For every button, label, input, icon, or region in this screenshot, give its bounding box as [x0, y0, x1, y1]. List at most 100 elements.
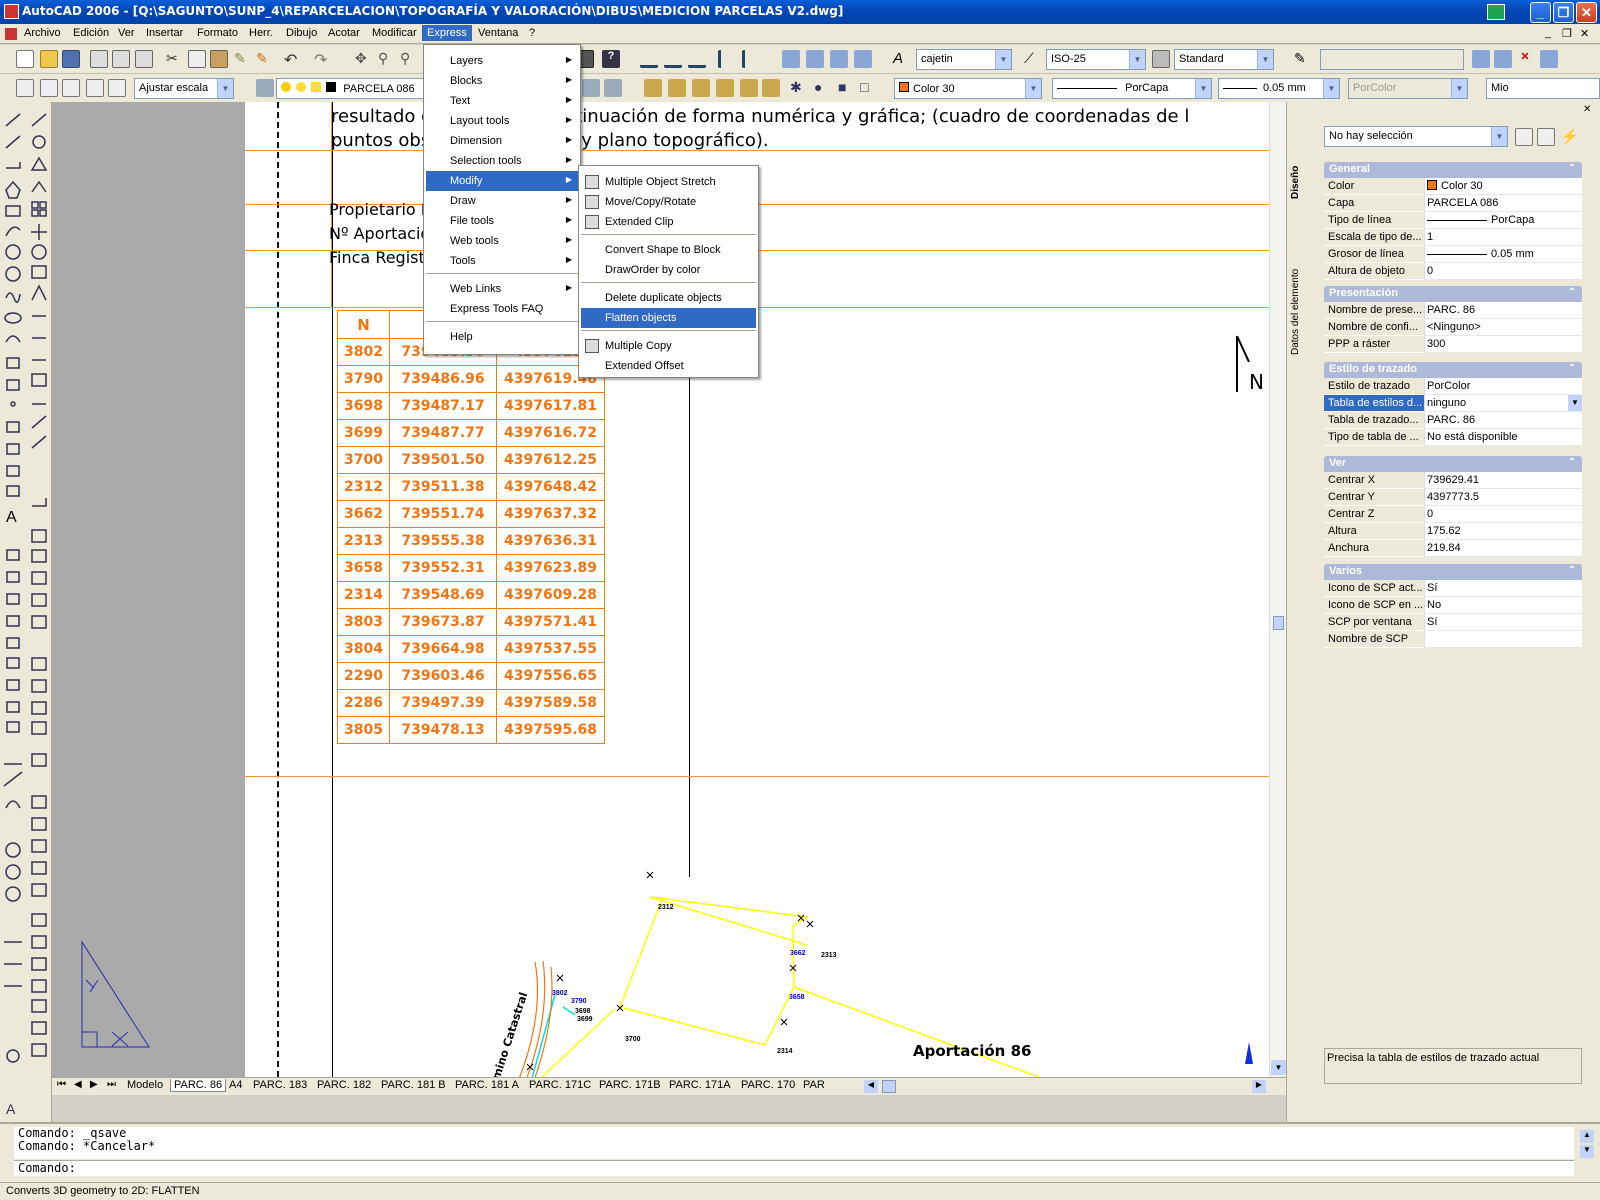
dim-radius-icon[interactable]	[742, 50, 760, 68]
dim-aligned-icon[interactable]	[664, 50, 682, 68]
express-layer-5-icon[interactable]	[740, 79, 758, 97]
express-layer-3-icon[interactable]	[692, 79, 710, 97]
block-editor-icon[interactable]: ✎	[256, 50, 274, 68]
table-style-icon[interactable]	[1152, 50, 1170, 68]
express-delete-icon[interactable]: ✕	[1516, 50, 1534, 68]
viewport-scale-combo[interactable]: Ajustar escala ▼	[134, 78, 234, 99]
match-properties-icon[interactable]: ✎	[234, 50, 252, 68]
express-menu-item[interactable]: Web tools ▶	[426, 231, 578, 251]
property-value[interactable]: PorColor	[1424, 378, 1582, 395]
property-value[interactable]: ninguno ▼	[1424, 395, 1582, 412]
layout-tab[interactable]: Modelo	[124, 1079, 166, 1091]
paste-icon[interactable]	[210, 50, 228, 68]
express-menu-item[interactable]: Help	[426, 327, 578, 347]
property-section-header[interactable]: Varios ⌃	[1324, 564, 1582, 580]
collapse-icon[interactable]: ⌃	[1568, 457, 1576, 468]
property-row[interactable]: Centrar Y 4397773.5	[1324, 489, 1582, 506]
property-value[interactable]: PorCapa	[1424, 212, 1582, 229]
cut-icon[interactable]: ✂	[166, 50, 184, 68]
modify-submenu-item[interactable]: DrawOrder by color	[581, 260, 756, 280]
layer-previous-icon[interactable]	[604, 79, 622, 97]
express-layer-6-icon[interactable]	[762, 79, 780, 97]
property-section-header[interactable]: General ⌃	[1324, 162, 1582, 178]
publish-icon[interactable]	[135, 50, 153, 68]
property-value[interactable]: 175.62	[1424, 523, 1582, 540]
modify-submenu-item[interactable]: Multiple Object Stretch	[581, 172, 756, 192]
redo-icon[interactable]: ↷	[314, 50, 332, 69]
property-row[interactable]: SCP por ventana Sí	[1324, 614, 1582, 631]
layer-merge-icon[interactable]	[854, 50, 872, 68]
modify-submenu-item[interactable]: Flatten objects	[581, 308, 756, 328]
express-menu-item[interactable]: Tools ▶	[426, 251, 578, 271]
layout-icon-1[interactable]	[16, 79, 34, 97]
property-value[interactable]: No	[1424, 597, 1582, 614]
new-file-icon[interactable]	[16, 50, 34, 68]
menu-ventana[interactable]: Ventana	[478, 27, 518, 39]
zoom-window-icon[interactable]: ⚲	[400, 50, 418, 68]
menu-formato[interactable]: Formato	[197, 27, 238, 39]
property-value[interactable]: Sí	[1424, 614, 1582, 631]
menu-help[interactable]: ?	[529, 27, 535, 39]
property-value[interactable]: No está disponible	[1424, 429, 1582, 446]
chevron-down-icon[interactable]: ▼	[1568, 395, 1582, 411]
property-row[interactable]: Nombre de confi... <Ninguno>	[1324, 319, 1582, 336]
viewport-icon[interactable]	[86, 79, 104, 97]
property-row[interactable]: Color Color 30	[1324, 178, 1582, 195]
layer-state-icon[interactable]	[782, 50, 800, 68]
property-value[interactable]: PARC. 86	[1424, 302, 1582, 319]
property-row[interactable]: Tipo de línea PorCapa	[1324, 212, 1582, 229]
text-style-combo[interactable]: cajetin ▼	[916, 49, 1012, 70]
toggle-pickadd-icon[interactable]	[1515, 128, 1533, 146]
express-attrib-icon[interactable]	[1494, 50, 1512, 68]
express-menu-item[interactable]: Dimension ▶	[426, 131, 578, 151]
layout-tab[interactable]: PARC. 171C	[526, 1079, 594, 1091]
autocad-app-icon[interactable]	[4, 4, 19, 19]
menu-acotar[interactable]: Acotar	[328, 27, 360, 39]
property-row[interactable]: Altura 175.62	[1324, 523, 1582, 540]
layout-tab[interactable]: PARC. 171A	[666, 1079, 734, 1091]
modify-submenu-item[interactable]: Extended Offset	[581, 356, 756, 376]
dim-linear-icon[interactable]	[640, 50, 658, 68]
zoom-realtime-icon[interactable]: ⚲	[378, 50, 396, 68]
lineweight-combo[interactable]: 0.05 mm ▼	[1218, 78, 1340, 99]
menu-modificar[interactable]: Modificar	[372, 27, 417, 39]
modify-submenu-item[interactable]: Move/Copy/Rotate	[581, 192, 756, 212]
collapse-icon[interactable]: ⌃	[1568, 363, 1576, 374]
dim-ordinate-icon[interactable]	[718, 50, 736, 68]
property-row[interactable]: Grosor de línea 0.05 mm	[1324, 246, 1582, 263]
open-file-icon[interactable]	[40, 50, 58, 68]
express-menu-item[interactable]: Selection tools ▶	[426, 151, 578, 171]
layer-iso-icon[interactable]	[806, 50, 824, 68]
vertical-scrollbar[interactable]: ▼	[1269, 102, 1286, 1077]
pan-icon[interactable]: ✥	[355, 50, 373, 68]
restore-button[interactable]: ❐	[1553, 2, 1574, 23]
table-style-combo[interactable]: Standard ▼	[1174, 49, 1274, 70]
property-row[interactable]: Nombre de prese... PARC. 86	[1324, 302, 1582, 319]
tab-datos-elemento[interactable]: Datos del elemento	[1290, 262, 1310, 362]
express-block-icon[interactable]	[1472, 50, 1490, 68]
dim-style-combo[interactable]: ISO-25 ▼	[1046, 49, 1146, 70]
minimize-button[interactable]: _	[1530, 2, 1551, 23]
property-row[interactable]: Anchura 219.84	[1324, 540, 1582, 557]
select-objects-icon[interactable]	[1537, 128, 1555, 146]
layout-icon-3[interactable]	[62, 79, 80, 97]
command-scroll-up-icon[interactable]: ▲	[1580, 1130, 1594, 1143]
property-row[interactable]: Estilo de trazado PorColor	[1324, 378, 1582, 395]
palette-close-icon[interactable]: ✕	[1583, 104, 1591, 115]
hscroll-thumb[interactable]	[882, 1080, 896, 1093]
layer-manager-icon[interactable]	[256, 79, 274, 97]
modify-submenu-item[interactable]: Multiple Copy	[581, 336, 756, 356]
text-style-icon[interactable]: A	[893, 50, 911, 68]
product-center-icon[interactable]	[1487, 4, 1505, 20]
express-menu-item[interactable]: Layout tools ▶	[426, 111, 578, 131]
property-value[interactable]: 219.84	[1424, 540, 1582, 557]
express-menu-item[interactable]: Draw ▶	[426, 191, 578, 211]
express-menu-item[interactable]: File tools ▶	[426, 211, 578, 231]
property-row[interactable]: Icono de SCP act... Sí	[1324, 580, 1582, 597]
express-layer-1-icon[interactable]	[644, 79, 662, 97]
tab-diseno[interactable]: Diseño	[1290, 152, 1310, 212]
property-value[interactable]	[1424, 631, 1582, 648]
menu-ver[interactable]: Ver	[118, 27, 135, 39]
property-value[interactable]: 300	[1424, 336, 1582, 353]
property-row[interactable]: Tabla de trazado... PARC. 86	[1324, 412, 1582, 429]
